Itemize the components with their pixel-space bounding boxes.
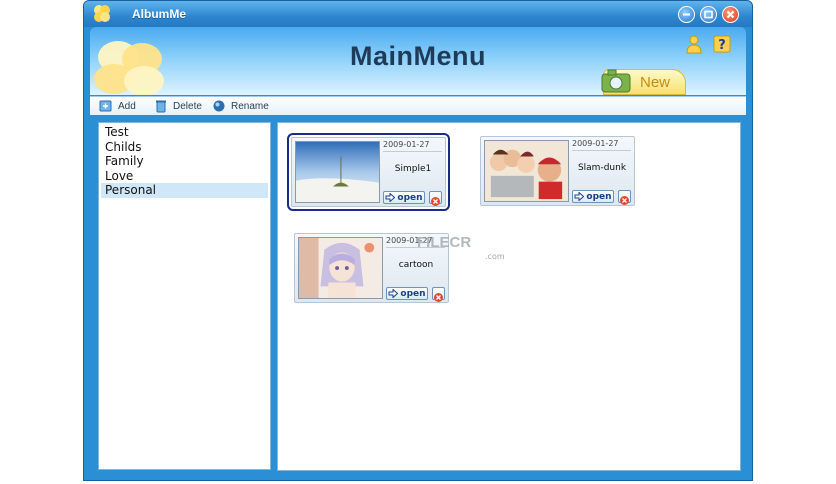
add-label: Add	[118, 100, 136, 112]
open-label: open	[586, 191, 612, 202]
open-arrow-icon	[388, 289, 399, 298]
rename-icon	[213, 100, 225, 112]
close-button[interactable]	[722, 6, 739, 23]
list-item-selected[interactable]: Personal	[101, 183, 268, 198]
open-label: open	[400, 288, 426, 299]
thumbnail-image	[484, 140, 569, 202]
list-item[interactable]: Love	[101, 169, 268, 184]
open-button[interactable]: open	[572, 190, 614, 203]
list-item[interactable]: Childs	[101, 140, 268, 155]
close-icon	[726, 10, 735, 19]
add-icon	[99, 100, 112, 112]
open-button[interactable]: open	[383, 191, 425, 204]
list-item[interactable]: Family	[101, 154, 268, 169]
window-title: AlbumMe	[132, 7, 186, 21]
watermark-sub: .com	[485, 252, 505, 261]
album-card[interactable]: 2009-01-27 Simple1 open	[287, 133, 450, 211]
delete-icon	[156, 100, 166, 113]
toolbar: Add Delete Rename	[90, 96, 746, 115]
card-date: 2009-01-27	[383, 140, 430, 149]
delete-label: Delete	[173, 100, 202, 112]
delete-x-icon	[434, 293, 443, 302]
divider	[383, 151, 442, 152]
delete-x-icon	[431, 197, 440, 206]
card-title: cartoon	[398, 260, 434, 270]
open-label: open	[397, 192, 423, 203]
divider	[572, 150, 631, 151]
delete-x-icon	[620, 196, 629, 205]
title-bar[interactable]: AlbumMe	[84, 1, 752, 27]
new-album-button[interactable]: New	[601, 69, 686, 95]
list-item[interactable]: Test	[101, 125, 268, 140]
delete-card-button[interactable]	[432, 287, 445, 302]
minimize-icon	[683, 13, 690, 16]
camera-icon	[601, 69, 631, 93]
card-date: 2009-01-27	[572, 139, 619, 148]
rename-label: Rename	[231, 100, 269, 112]
maximize-button[interactable]	[700, 6, 717, 23]
rename-button[interactable]: Rename	[212, 99, 269, 113]
card-title: Slam-dunk	[577, 163, 627, 173]
user-icon[interactable]	[684, 34, 704, 54]
album-cards-area: 2009-01-27 Simple1 open 2009-01-27 Slam-…	[277, 122, 741, 471]
card-title: Simple1	[394, 164, 432, 174]
header-banner: MainMenu ? New	[90, 27, 746, 95]
watermark: FILECR	[417, 234, 472, 251]
delete-button[interactable]: Delete	[154, 99, 202, 113]
thumbnail-image	[295, 141, 380, 203]
help-icon[interactable]: ?	[712, 34, 732, 54]
album-card[interactable]: 2009-01-27 Slam-dunk open	[480, 136, 635, 206]
album-list[interactable]: Test Childs Family Love Personal	[98, 122, 271, 470]
thumbnail-image	[298, 237, 383, 299]
open-arrow-icon	[385, 193, 396, 202]
add-button[interactable]: Add	[99, 99, 136, 113]
open-button[interactable]: open	[386, 287, 428, 300]
minimize-button[interactable]	[678, 6, 695, 23]
new-label: New	[640, 74, 671, 91]
svg-text:?: ?	[718, 38, 726, 53]
delete-card-button[interactable]	[618, 190, 631, 205]
delete-card-button[interactable]	[429, 191, 442, 206]
clover-logo-icon	[94, 5, 110, 22]
maximize-icon	[704, 10, 713, 19]
open-arrow-icon	[574, 192, 585, 201]
page-title: MainMenu	[350, 41, 486, 71]
